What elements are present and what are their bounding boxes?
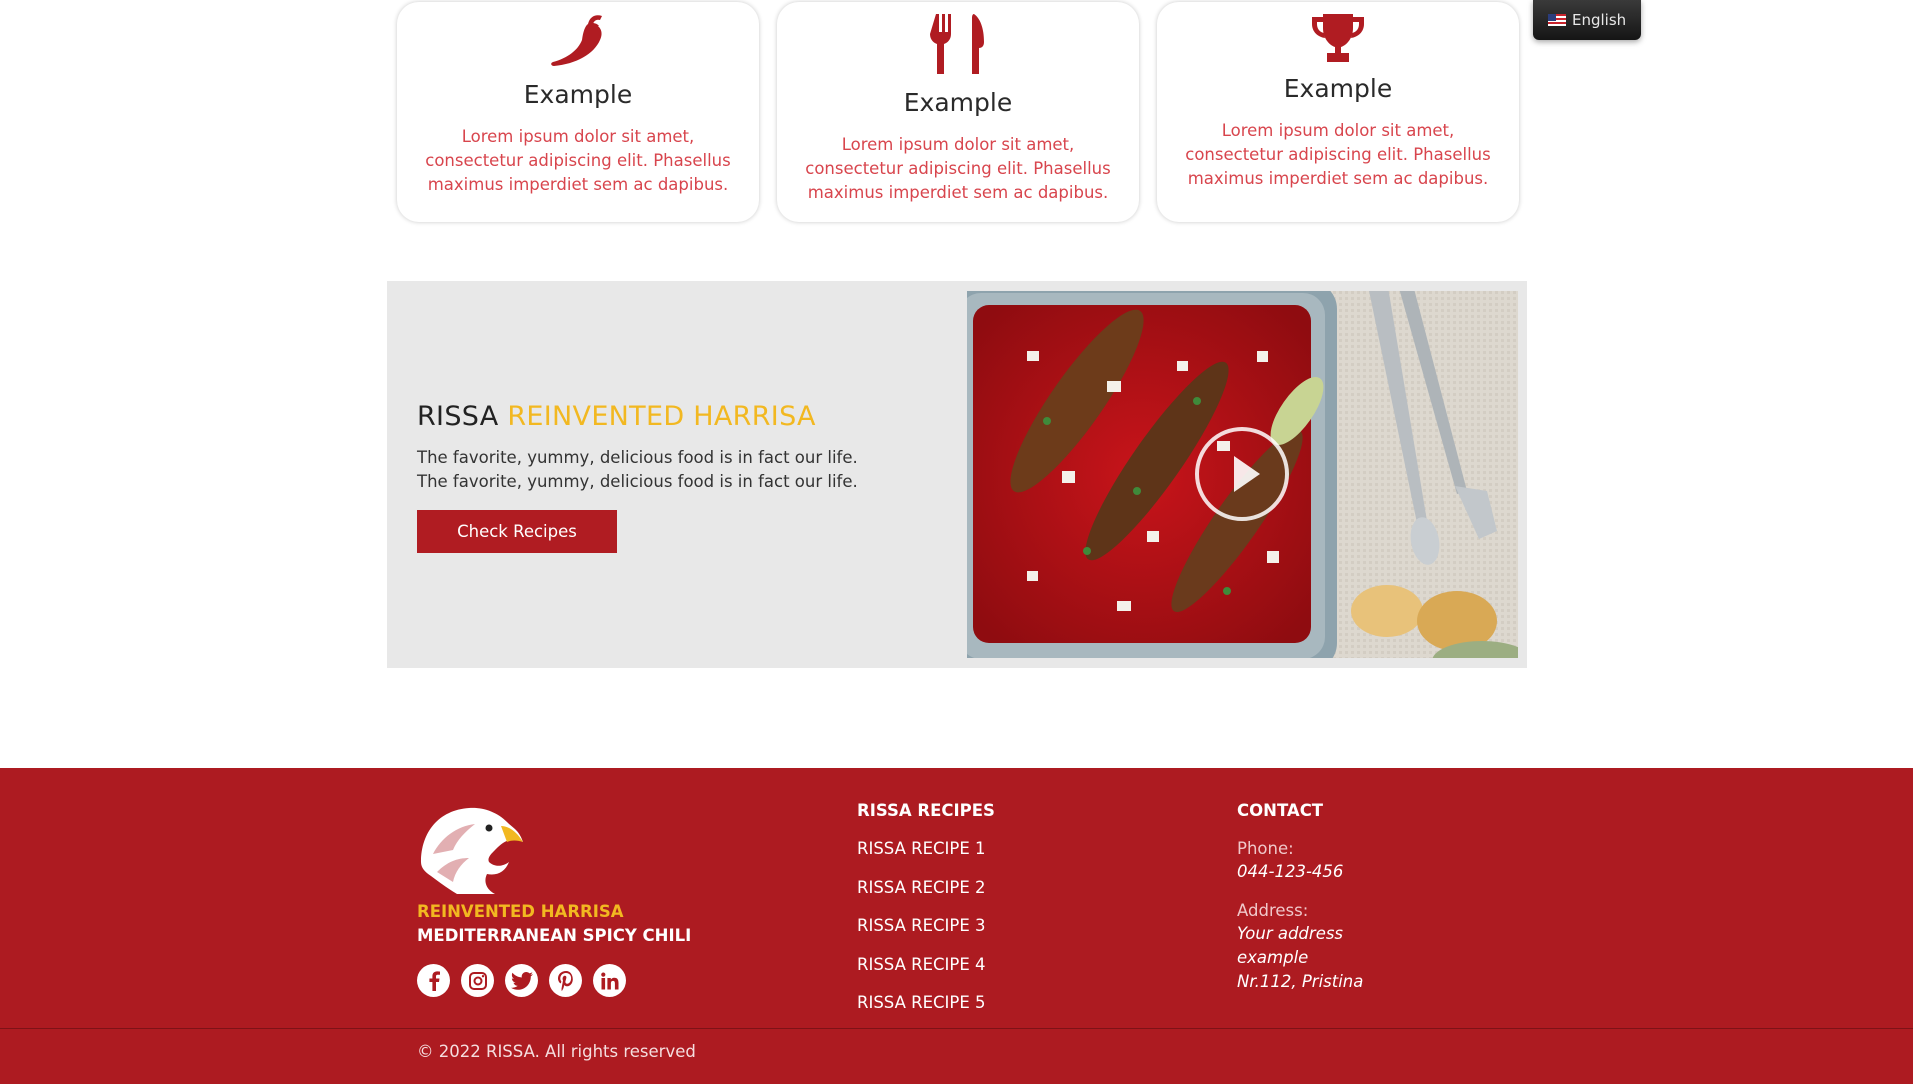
footer-tagline: MEDITERRANEAN SPICY CHILI <box>417 926 692 945</box>
recipe-link[interactable]: RISSA RECIPE 4 <box>857 954 986 993</box>
footer-tagline-accent: REINVENTED HARRISA <box>417 902 624 921</box>
play-icon[interactable] <box>1195 427 1289 521</box>
card-title: Example <box>903 88 1013 117</box>
chili-pepper-icon <box>397 12 759 68</box>
contact-column-title: CONTACT <box>1237 801 1324 820</box>
language-label: English <box>1572 11 1627 29</box>
instagram-icon[interactable] <box>461 964 494 997</box>
promo-heading-accent: REINVENTED HARRISA <box>507 401 816 432</box>
card-title: Example <box>1283 74 1393 103</box>
footer-divider <box>0 1028 1913 1029</box>
language-switcher[interactable]: English <box>1533 0 1641 40</box>
address-line: example <box>1237 948 1309 967</box>
card-description: Lorem ipsum dolor sit amet, consectetur … <box>1185 121 1491 188</box>
recipes-column-title: RISSA RECIPES <box>857 801 995 820</box>
us-flag-icon <box>1548 14 1566 26</box>
feature-card: Example Lorem ipsum dolor sit amet, cons… <box>777 2 1139 222</box>
phone-value[interactable]: 044-123-456 <box>1237 860 1343 884</box>
address-line: Nr.112, Pristina <box>1237 972 1364 991</box>
copyright: © 2022 RISSA. All rights reserved <box>417 1042 696 1061</box>
card-description: Lorem ipsum dolor sit amet, consectetur … <box>425 127 731 194</box>
promo-section: RISSA REINVENTED HARRISA The favorite, y… <box>387 281 1527 668</box>
trophy-icon <box>1157 12 1519 64</box>
check-recipes-button[interactable]: Check Recipes <box>417 510 617 553</box>
recipes-list: RISSA RECIPE 1 RISSA RECIPE 2 RISSA RECI… <box>857 838 986 1031</box>
card-title: Example <box>523 80 633 109</box>
pinterest-icon[interactable] <box>549 964 582 997</box>
eagle-logo-icon <box>417 802 525 898</box>
address-line: Your address <box>1237 924 1344 943</box>
recipe-link[interactable]: RISSA RECIPE 3 <box>857 915 986 954</box>
feature-card: Example Lorem ipsum dolor sit amet, cons… <box>1157 2 1519 222</box>
fork-knife-icon <box>777 12 1139 76</box>
feature-card: Example Lorem ipsum dolor sit amet, cons… <box>397 2 759 222</box>
recipe-link[interactable]: RISSA RECIPE 5 <box>857 992 986 1031</box>
recipe-link[interactable]: RISSA RECIPE 2 <box>857 877 986 916</box>
card-description: Lorem ipsum dolor sit amet, consectetur … <box>805 135 1111 202</box>
twitter-icon[interactable] <box>505 964 538 997</box>
recipe-link[interactable]: RISSA RECIPE 1 <box>857 838 986 877</box>
promo-heading-brand: RISSA <box>417 401 499 432</box>
social-links <box>417 964 626 997</box>
facebook-icon[interactable] <box>417 964 450 997</box>
promo-heading: RISSA REINVENTED HARRISA <box>417 401 816 432</box>
phone-label: Phone: <box>1237 839 1294 858</box>
footer: REINVENTED HARRISA MEDITERRANEAN SPICY C… <box>0 768 1913 1084</box>
promo-description: The favorite, yummy, delicious food is i… <box>417 448 858 491</box>
linkedin-icon[interactable] <box>593 964 626 997</box>
video-thumbnail[interactable] <box>967 291 1518 658</box>
address-label: Address: <box>1237 901 1309 920</box>
